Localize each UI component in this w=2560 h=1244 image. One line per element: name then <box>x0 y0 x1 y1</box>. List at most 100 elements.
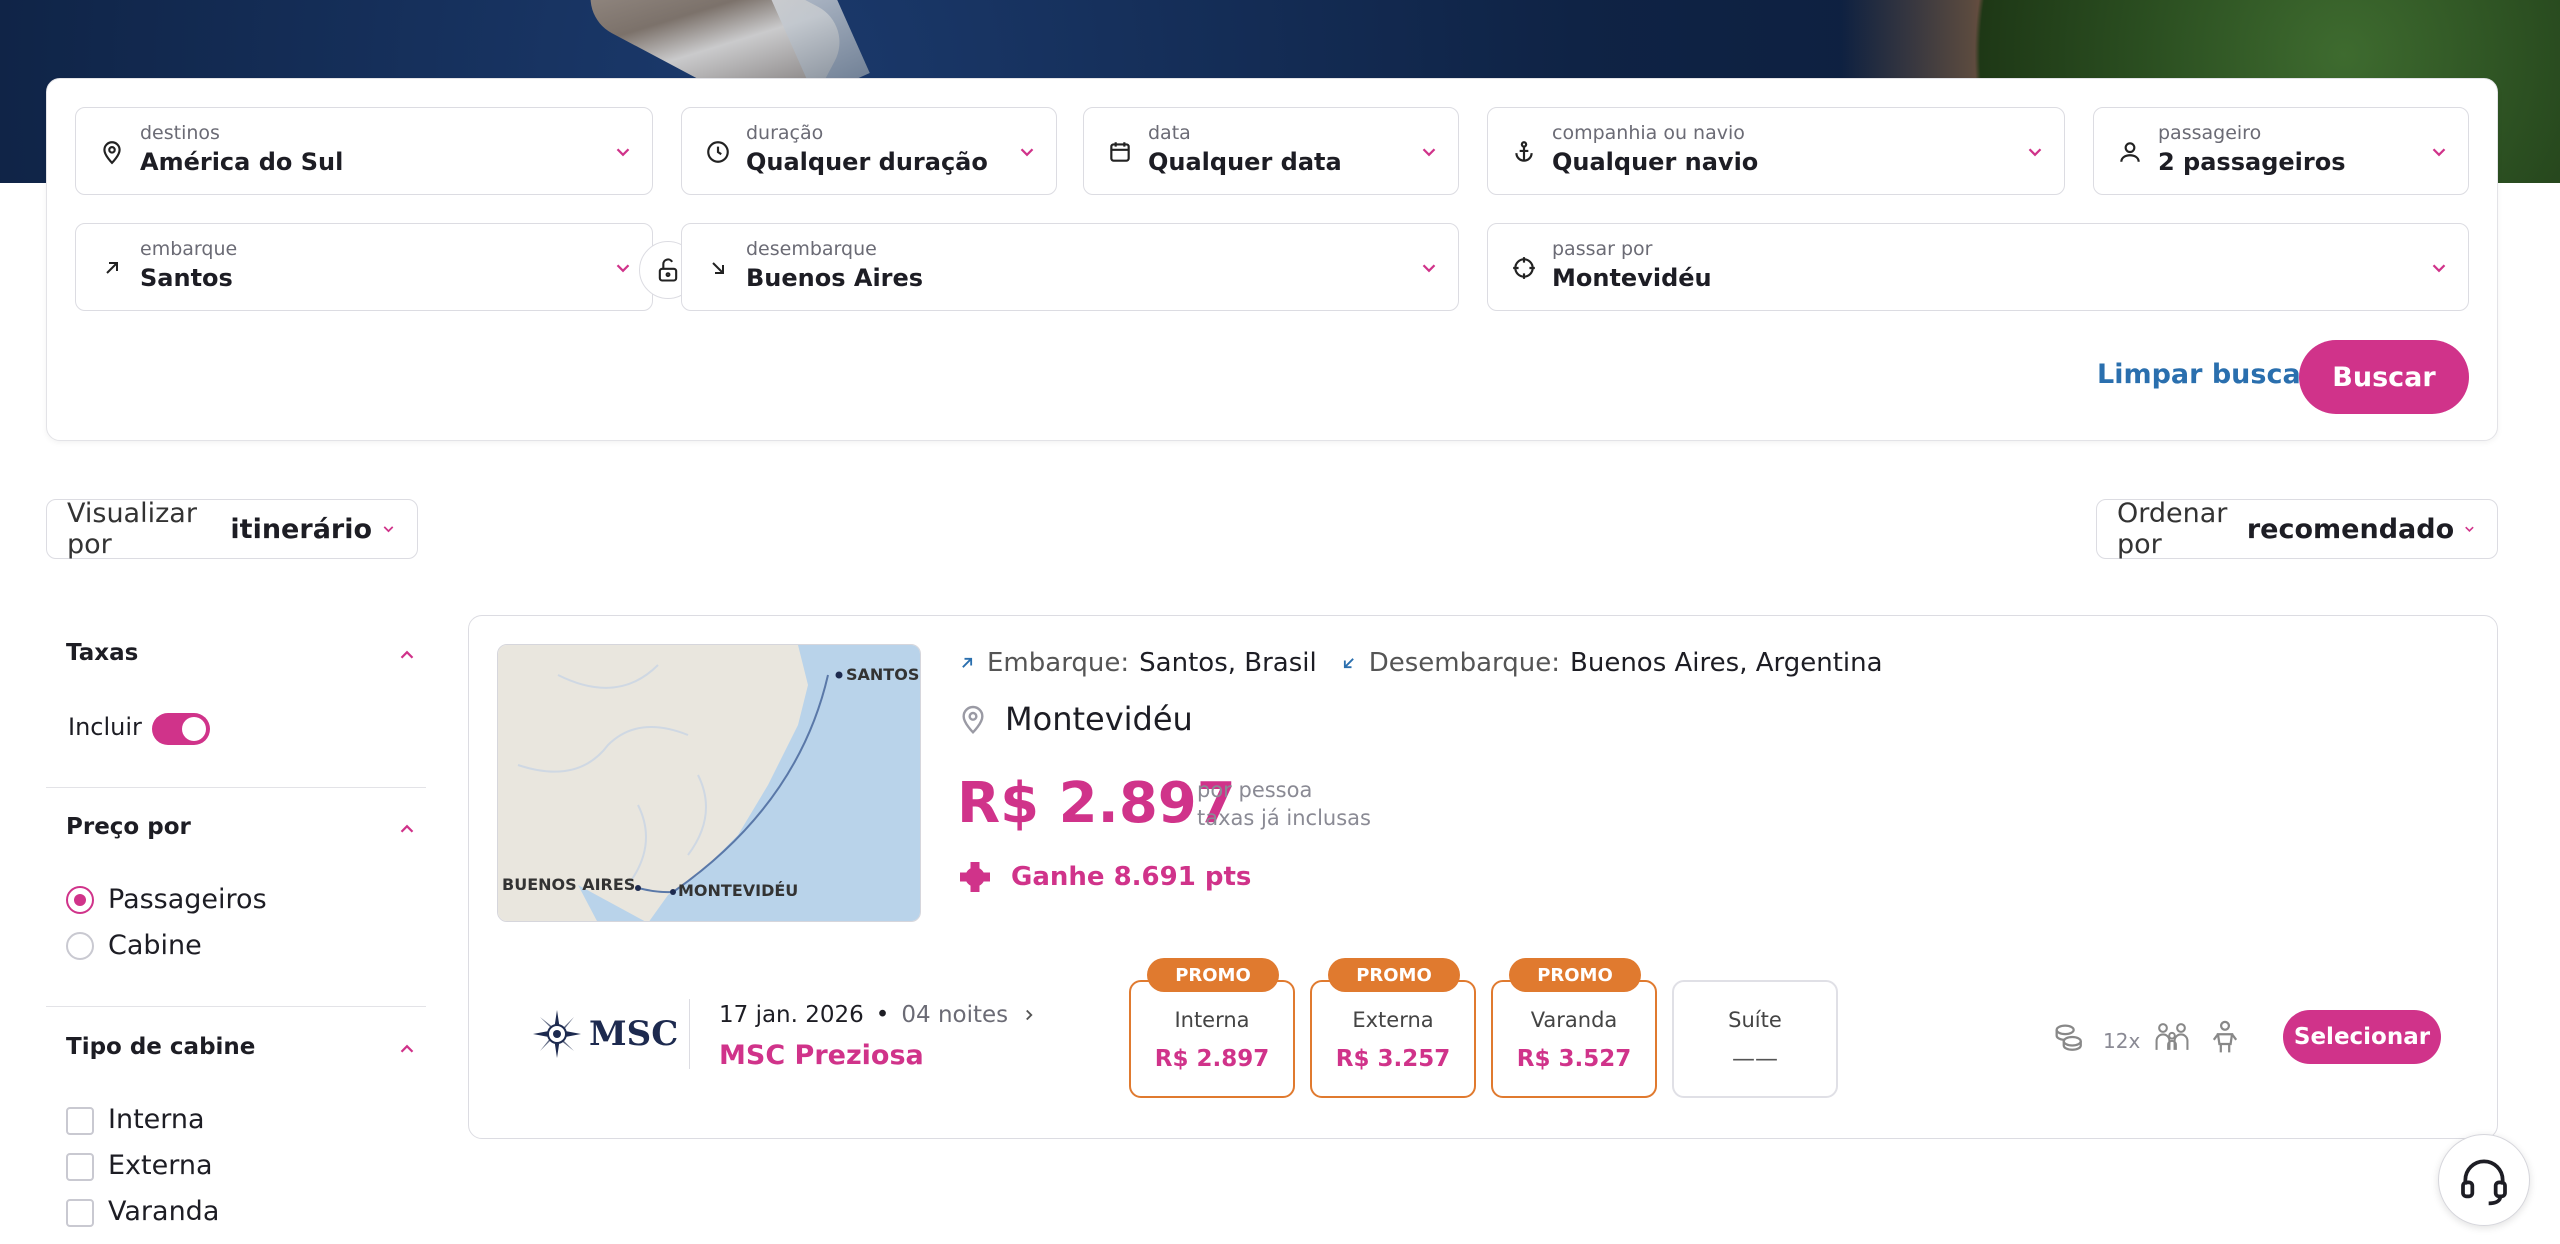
radio-passageiros[interactable] <box>66 886 94 914</box>
installments-badge: 12x <box>2103 1029 2141 1053</box>
ship-name[interactable]: MSC Preziosa <box>719 1040 924 1071</box>
filter-cabine-header[interactable]: Tipo de cabine <box>46 1034 426 1074</box>
headset-icon <box>2461 1159 2507 1206</box>
cabin-suite[interactable]: Suíte —— <box>1672 980 1838 1098</box>
destinos-field[interactable]: destinos América do Sul <box>75 107 653 195</box>
cruise-result-card: SANTOS BUENOS AIRES MONTEVIDÉU Embarque:… <box>468 615 2498 1139</box>
taxas-include-label: Incluir <box>68 713 142 741</box>
filter-cabine-title: Tipo de cabine <box>66 1034 256 1060</box>
chevron-up-icon <box>400 824 414 833</box>
data-field[interactable]: data Qualquer data <box>1083 107 1459 195</box>
cabin-varanda[interactable]: PROMO Varanda R$ 3.527 <box>1491 958 1657 1098</box>
cabin-price: —— <box>1732 1046 1778 1072</box>
destinos-label: destinos <box>140 122 220 144</box>
duracao-label: duração <box>746 122 824 144</box>
companhia-label: companhia ou navio <box>1552 122 1745 144</box>
departure-date: 17 jan. 2026 <box>719 1002 864 1028</box>
companhia-field[interactable]: companhia ou navio Qualquer navio <box>1487 107 2065 195</box>
passageiro-value: 2 passageiros <box>2158 148 2346 176</box>
cabin-name: Interna <box>1174 1008 1250 1032</box>
sort-by-prefix: Ordenar por <box>2117 498 2228 560</box>
search-button[interactable]: Buscar <box>2299 340 2469 414</box>
arrow-up-right-icon <box>98 254 126 282</box>
select-button[interactable]: Selecionar <box>2283 1010 2441 1064</box>
chevron-down-icon <box>2432 264 2446 273</box>
cabin-name: Varanda <box>1530 1008 1618 1032</box>
checkbox-externa-label: Externa <box>108 1150 213 1181</box>
price-note-taxes: taxas já inclusas <box>1197 806 1371 830</box>
divider <box>689 999 690 1069</box>
view-by-select[interactable]: Visualizar por itinerário <box>46 498 418 560</box>
points-text: Ganhe 8.691 pts <box>1011 862 1252 892</box>
chevron-down-icon <box>2028 148 2042 157</box>
chevron-down-icon <box>2465 526 2474 532</box>
passar-por-field[interactable]: passar por Montevidéu <box>1487 223 2469 311</box>
desembarque-value: Buenos Aires, Argentina <box>1570 648 1883 678</box>
checkbox-interna-label: Interna <box>108 1104 205 1135</box>
date-row[interactable]: 17 jan. 2026 • 04 noites <box>719 1002 1038 1028</box>
filter-preco-header[interactable]: Preço por <box>46 814 426 854</box>
sort-by-value: recomendado <box>2246 513 2455 545</box>
radio-cabine[interactable] <box>66 932 94 960</box>
divider <box>46 787 426 788</box>
price-per-person: R$ 2.897 <box>957 771 1236 836</box>
cabin-interna[interactable]: PROMO Interna R$ 2.897 <box>1129 958 1295 1098</box>
view-by-value: itinerário <box>230 513 373 545</box>
sort-by-select[interactable]: Ordenar por recomendado <box>2096 498 2498 560</box>
via-port: Montevidéu <box>1005 700 1193 738</box>
arrow-down-right-icon <box>704 254 732 282</box>
map-label-buenos-aires: BUENOS AIRES <box>502 875 636 894</box>
chevron-down-icon <box>616 148 630 157</box>
chevron-down-icon <box>1020 148 1034 157</box>
desembarque-label: Desembarque: <box>1368 648 1561 678</box>
filter-preco-title: Preço por <box>66 814 191 840</box>
desembarque-value: Buenos Aires <box>746 264 924 292</box>
chevron-down-icon <box>383 526 394 533</box>
chevron-up-icon <box>400 1044 414 1053</box>
cabin-price: R$ 2.897 <box>1154 1046 1270 1072</box>
family-icon <box>2154 1020 2190 1054</box>
itinerary-map[interactable]: SANTOS BUENOS AIRES MONTEVIDÉU <box>497 644 921 922</box>
duracao-field[interactable]: duração Qualquer duração <box>681 107 1057 195</box>
chevron-down-icon <box>1422 264 1436 273</box>
embarque-value: Santos, Brasil <box>1139 648 1317 678</box>
passageiro-field[interactable]: passageiro 2 passageiros <box>2093 107 2469 195</box>
cabin-price: R$ 3.527 <box>1516 1046 1632 1072</box>
nights-count: 04 noites <box>901 1002 1009 1028</box>
cabin-name: Externa <box>1352 1008 1434 1032</box>
radio-passageiros-label: Passageiros <box>108 884 267 915</box>
chevron-down-icon <box>2432 148 2446 157</box>
embarque-label: Embarque: <box>987 648 1130 678</box>
filter-taxas-header[interactable]: Taxas <box>46 640 426 680</box>
radio-cabine-label: Cabine <box>108 930 202 961</box>
checkbox-externa[interactable] <box>66 1153 94 1181</box>
duracao-value: Qualquer duração <box>746 148 988 176</box>
embarque-value: Santos <box>140 264 233 292</box>
destinos-value: América do Sul <box>140 148 344 176</box>
anchor-icon <box>1510 138 1538 166</box>
map-label-santos: SANTOS <box>846 665 920 684</box>
crosshair-icon <box>1510 254 1538 282</box>
chevron-right-icon <box>1026 1009 1033 1021</box>
checkbox-varanda[interactable] <box>66 1199 94 1227</box>
desembarque-label: desembarque <box>746 238 877 260</box>
embarque-field[interactable]: embarque Santos <box>75 223 653 311</box>
unlock-icon <box>658 258 678 282</box>
chevron-down-icon <box>616 264 630 273</box>
cabin-externa[interactable]: PROMO Externa R$ 3.257 <box>1310 958 1476 1098</box>
taxas-include-toggle[interactable] <box>152 713 210 745</box>
checkbox-interna[interactable] <box>66 1107 94 1135</box>
via-row: Montevidéu <box>957 700 1193 738</box>
embarque-label: embarque <box>140 238 238 260</box>
points-row: Ganhe 8.691 pts <box>957 859 1251 895</box>
coins-icon <box>2051 1020 2085 1054</box>
clear-search-link[interactable]: Limpar busca <box>2097 359 2301 390</box>
promo-badge: PROMO <box>1328 958 1460 992</box>
support-chat-button[interactable] <box>2438 1134 2530 1226</box>
compass-rose-icon <box>533 1010 581 1058</box>
price-note: por pessoa taxas já inclusas <box>1197 776 1371 832</box>
ports-row: Embarque: Santos, Brasil Desembarque: Bu… <box>957 648 1883 678</box>
desembarque-field[interactable]: desembarque Buenos Aires <box>681 223 1459 311</box>
data-value: Qualquer data <box>1148 148 1342 176</box>
calendar-icon <box>1106 138 1134 166</box>
